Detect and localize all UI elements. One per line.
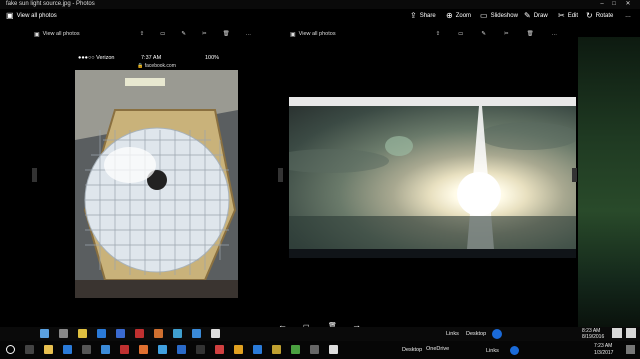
rotate-icon: ↻	[586, 11, 593, 20]
edge-icon[interactable]	[63, 345, 72, 354]
app-icon[interactable]	[253, 345, 262, 354]
app-icon[interactable]	[116, 329, 125, 338]
file-explorer-icon[interactable]	[44, 345, 53, 354]
pause-icon[interactable]	[612, 328, 622, 338]
right-toolbar-icons[interactable]: ⇪▭✎✂🗑…	[436, 31, 576, 37]
slideshow-button[interactable]: ▭ Slideshow	[480, 9, 518, 23]
mirror-photo	[75, 70, 238, 298]
more-icon: …	[625, 13, 631, 19]
share-label: Share	[419, 13, 436, 19]
sun-flare	[289, 106, 576, 249]
help-icon[interactable]	[492, 329, 502, 339]
app-icon[interactable]	[177, 345, 186, 354]
draw-button[interactable]: ✎ Draw	[524, 9, 548, 23]
app-icon[interactable]	[40, 329, 49, 338]
phone-time: 7:37 AM	[141, 55, 162, 61]
store-icon[interactable]	[82, 345, 91, 354]
title-bar: fake sun light source.jpg - Photos – □ ✕	[0, 0, 640, 9]
folder-icon[interactable]	[78, 329, 87, 338]
outer-links-label[interactable]: Links	[486, 348, 499, 354]
inner-desktop-label[interactable]: Desktop	[466, 331, 486, 337]
notification-icon[interactable]	[626, 328, 636, 338]
right-view-all-photos[interactable]: View all photos	[299, 31, 336, 37]
phone-status-bar: ●●●○○ Verizon 7:37 AM 100%	[75, 54, 238, 63]
app-icon[interactable]	[101, 345, 110, 354]
window-title: fake sun light source.jpg - Photos	[6, 1, 95, 7]
app-icon[interactable]	[173, 329, 182, 338]
phone-url: 🔒 facebook.com	[75, 63, 238, 70]
outer-taskbar-apps	[6, 345, 338, 354]
chrome-icon[interactable]	[291, 345, 300, 354]
edit-button[interactable]: ✂ Edit	[558, 9, 578, 23]
photos-icon: ▣	[34, 31, 40, 38]
slideshow-label: Slideshow	[490, 13, 518, 19]
rotate-label: Rotate	[595, 13, 614, 19]
app-icon[interactable]	[120, 345, 129, 354]
more-button[interactable]: …	[625, 9, 631, 23]
rotate-button[interactable]: ↻ Rotate	[586, 9, 613, 23]
photos-taskbar-icon[interactable]	[329, 345, 338, 354]
background-photo-right	[578, 37, 640, 327]
sunshot-taskbar	[289, 249, 576, 258]
notification-icon[interactable]	[626, 345, 635, 354]
zoom-button[interactable]: ⊕ Zoom	[446, 9, 471, 23]
outer-clock-date: 1/3/2017	[594, 350, 614, 356]
browser-chrome	[289, 97, 576, 106]
view-all-photos-button[interactable]: ▣ View all photos	[6, 9, 57, 23]
edit-label: Edit	[567, 13, 579, 19]
draw-label: Draw	[533, 13, 548, 19]
help-icon[interactable]	[510, 346, 519, 355]
phone-carrier: ●●●○○ Verizon	[78, 55, 115, 61]
previous-photo-left-arrow[interactable]	[32, 168, 37, 182]
app-icon[interactable]	[139, 345, 148, 354]
sun-screenshot	[289, 97, 576, 258]
hexagon-mirror-array	[75, 70, 238, 298]
left-view-all-photos[interactable]: View all photos	[43, 31, 80, 37]
app-icon[interactable]	[154, 329, 163, 338]
next-photo-right-arrow[interactable]	[572, 168, 577, 182]
app-icon[interactable]	[59, 329, 68, 338]
app-icon[interactable]	[215, 345, 224, 354]
app-icon[interactable]	[135, 329, 144, 338]
app-icon[interactable]	[196, 345, 205, 354]
share-button[interactable]: ⇪ Share	[410, 9, 436, 23]
phone-screenshot: ●●●○○ Verizon 7:37 AM 100% 🔒 facebook.co…	[75, 54, 238, 298]
minimize-button[interactable]: –	[596, 0, 608, 9]
share-icon: ⇪	[410, 11, 417, 20]
left-toolbar-icons[interactable]: ⇪▭✎✂🗑…	[140, 31, 268, 37]
app-icon[interactable]	[192, 329, 201, 338]
cortana-icon[interactable]	[6, 345, 15, 354]
photos-icon: ▣	[6, 11, 14, 20]
close-button[interactable]: ✕	[622, 0, 634, 9]
inner-taskbar-apps	[40, 329, 220, 338]
zoom-label: Zoom	[455, 13, 472, 19]
slideshow-icon: ▭	[480, 11, 488, 20]
phone-battery: 100%	[205, 55, 220, 61]
photos-taskbar-icon[interactable]	[211, 329, 220, 338]
view-all-photos-label: View all photos	[16, 13, 57, 19]
sun-sky-photo	[289, 106, 576, 249]
inner-links-label[interactable]: Links	[446, 331, 459, 337]
app-icon[interactable]	[234, 345, 243, 354]
outer-clock-time: 7:23 AM	[594, 343, 613, 349]
edge-icon[interactable]	[97, 329, 106, 338]
task-view-icon[interactable]	[25, 345, 34, 354]
app-icon[interactable]	[310, 345, 319, 354]
photos-icon: ▣	[290, 31, 296, 38]
edit-icon: ✂	[558, 11, 565, 20]
outer-desktop-label[interactable]: Desktop	[402, 347, 422, 353]
right-command-bar: ▣ View all photos ⇪▭✎✂🗑…	[284, 27, 578, 41]
app-icon[interactable]	[158, 345, 167, 354]
zoom-icon: ⊕	[446, 11, 453, 20]
app-icon[interactable]	[272, 345, 281, 354]
inner-clock-date: 8/19/2016	[582, 334, 605, 340]
maximize-button[interactable]: □	[608, 0, 620, 9]
onedrive-label[interactable]: OneDrive	[426, 346, 449, 352]
draw-icon: ✎	[524, 11, 531, 20]
left-command-bar: ▣ View all photos ⇪▭✎✂🗑…	[30, 27, 284, 41]
next-photo-left-arrow[interactable]	[278, 168, 283, 182]
